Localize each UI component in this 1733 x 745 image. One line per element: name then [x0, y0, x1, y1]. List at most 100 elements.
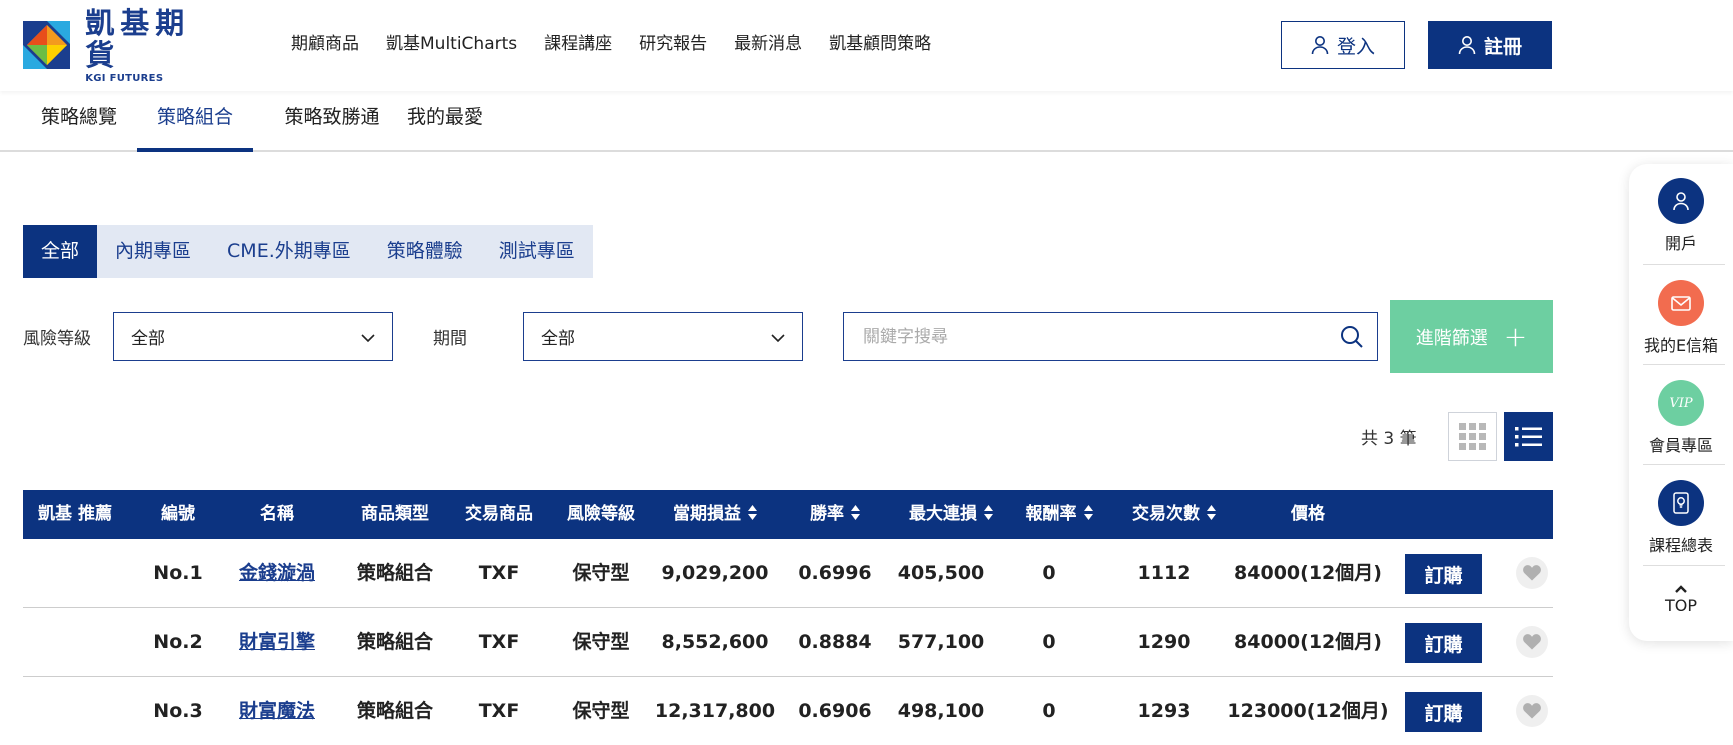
- logo-text-cn: 凱基期貨: [85, 5, 191, 72]
- nav-item-multicharts[interactable]: 凱基MultiCharts: [386, 30, 517, 58]
- mailbox-link[interactable]: 我的E信箱: [1629, 280, 1733, 356]
- roi-cell: 0: [1042, 631, 1056, 653]
- col-roi-sort[interactable]: 報酬率: [1003, 490, 1115, 539]
- row-number: No.2: [153, 631, 203, 653]
- user-icon: [1458, 36, 1476, 55]
- price-cell: 84000(12個月): [1234, 631, 1382, 653]
- table-row: No.2 財富引擎 策略組合 TXF 保守型 8,552,600 0.8884 …: [23, 608, 1553, 677]
- category-tab-all[interactable]: 全部: [23, 225, 98, 278]
- category-tab-test[interactable]: 測試專區: [481, 225, 593, 278]
- col-risk: 風險等級: [567, 504, 635, 524]
- nav-item-advisor-strategy[interactable]: 凱基顧問策略: [829, 30, 931, 58]
- risk-level-select[interactable]: 全部: [113, 312, 393, 361]
- nav-item-news[interactable]: 最新消息: [734, 30, 802, 58]
- open-account-link[interactable]: 開戶: [1629, 178, 1733, 254]
- open-account-label: 開戶: [1664, 234, 1697, 253]
- price-cell: 84000(12個月): [1234, 562, 1382, 584]
- tab-favorites[interactable]: 我的最愛: [398, 92, 492, 152]
- tab-strategy-portfolio[interactable]: 策略組合: [137, 92, 253, 152]
- risk-level-value: 全部: [131, 329, 165, 349]
- mailbox-label: 我的E信箱: [1643, 336, 1719, 355]
- risk-cell: 保守型: [572, 700, 630, 722]
- maxloss-cell: 577,100: [897, 631, 985, 653]
- heart-icon: [1523, 565, 1541, 581]
- col-product: 交易商品: [465, 504, 533, 524]
- floating-quick-menu: 開戶 我的E信箱 VIP 會員專區 課程總表 TOP: [1629, 164, 1733, 641]
- col-pnl: 當期損益: [673, 504, 741, 524]
- member-area-link[interactable]: VIP 會員專區: [1629, 380, 1733, 456]
- top-label: TOP: [1664, 596, 1697, 615]
- maxloss-cell: 498,100: [897, 700, 985, 722]
- col-winrate-sort[interactable]: 勝率: [785, 490, 885, 539]
- course-list-link[interactable]: 課程總表: [1629, 480, 1733, 556]
- strategy-name-link[interactable]: 財富引擎: [239, 631, 315, 653]
- col-pnl-sort[interactable]: 當期損益: [645, 490, 785, 539]
- category-tab-strategy-trial[interactable]: 策略體驗: [369, 225, 481, 278]
- vip-badge: VIP: [1669, 395, 1693, 411]
- table-header: 凱基 推薦 編號 名稱 商品類型 交易商品 風險等級 當期損益 勝率 最大連損 …: [23, 490, 1553, 539]
- trades-cell: 1290: [1137, 631, 1191, 653]
- course-list-label: 課程總表: [1648, 536, 1713, 555]
- account-icon: [1658, 178, 1704, 224]
- tab-strategy-overview[interactable]: 策略總覽: [23, 92, 135, 152]
- buy-button[interactable]: 訂購: [1405, 623, 1482, 663]
- nav-item-products[interactable]: 期顧商品: [291, 30, 359, 58]
- advanced-filter-button[interactable]: 進階篩選 +: [1390, 300, 1553, 373]
- category-tabs: 全部 內期專區 CME.外期專區 策略體驗 測試專區: [23, 225, 593, 278]
- divider: [1643, 364, 1725, 365]
- product-cell: TXF: [478, 700, 520, 722]
- col-name: 名稱: [260, 504, 294, 524]
- favorite-button[interactable]: [1516, 695, 1548, 727]
- col-trades: 交易次數: [1132, 504, 1200, 524]
- back-to-top-button[interactable]: TOP: [1629, 584, 1733, 615]
- category-tab-cme-foreign[interactable]: CME.外期專區: [209, 225, 369, 278]
- col-trades-sort[interactable]: 交易次數: [1109, 490, 1239, 539]
- buy-button[interactable]: 訂購: [1405, 692, 1482, 732]
- heart-icon: [1523, 703, 1541, 719]
- sub-tabs: 策略總覽 策略組合 策略致勝通 我的最愛: [0, 92, 1733, 152]
- table-row: No.1 金錢漩渦 策略組合 TXF 保守型 9,029,200 0.6996 …: [23, 539, 1553, 608]
- sort-icon: [1207, 504, 1216, 520]
- grid-icon: [1459, 423, 1486, 450]
- sort-icon: [984, 504, 993, 520]
- buy-button[interactable]: 訂購: [1405, 554, 1482, 594]
- col-price: 價格: [1291, 504, 1325, 524]
- kgi-logo[interactable]: 凱基期貨 KGI FUTURES: [23, 7, 223, 84]
- top-header: 凱基期貨 KGI FUTURES 期顧商品 凱基MultiCharts 課程講座…: [0, 0, 1733, 91]
- divider: [1643, 464, 1725, 465]
- search-icon[interactable]: [1340, 325, 1364, 349]
- register-button[interactable]: 註冊: [1428, 21, 1552, 69]
- login-button[interactable]: 登入: [1281, 21, 1405, 69]
- logo-text-en: KGI FUTURES: [85, 72, 164, 84]
- grid-view-button[interactable]: [1448, 412, 1497, 461]
- nav-item-research[interactable]: 研究報告: [639, 30, 707, 58]
- register-label: 註冊: [1483, 35, 1522, 58]
- category-tab-domestic[interactable]: 內期專區: [97, 225, 209, 278]
- result-count: 共 3 筆: [1361, 429, 1417, 449]
- heart-icon: [1523, 634, 1541, 650]
- trades-cell: 1112: [1137, 562, 1191, 584]
- favorite-button[interactable]: [1516, 557, 1548, 589]
- product-cell: TXF: [478, 562, 520, 584]
- winrate-cell: 0.8884: [798, 631, 872, 653]
- member-area-label: 會員專區: [1648, 436, 1713, 455]
- search-input[interactable]: [844, 313, 1304, 360]
- divider: [1643, 264, 1725, 265]
- period-value: 全部: [541, 329, 575, 349]
- roi-cell: 0: [1042, 562, 1056, 584]
- sort-icon: [1083, 504, 1093, 520]
- nav-item-courses[interactable]: 課程講座: [544, 30, 612, 58]
- strategy-name-link[interactable]: 金錢漩渦: [239, 562, 315, 584]
- list-view-button[interactable]: [1504, 412, 1553, 461]
- favorite-button[interactable]: [1516, 626, 1548, 658]
- main-nav: 期顧商品 凱基MultiCharts 課程講座 研究報告 最新消息 凱基顧問策略: [291, 30, 958, 58]
- risk-cell: 保守型: [572, 631, 630, 653]
- type-cell: 策略組合: [356, 562, 433, 584]
- vip-icon: VIP: [1658, 380, 1704, 426]
- strategy-name-link[interactable]: 財富魔法: [239, 700, 315, 722]
- period-select[interactable]: 全部: [523, 312, 803, 361]
- col-type: 商品類型: [361, 504, 429, 524]
- col-maxloss-sort[interactable]: 最大連損: [883, 490, 1019, 539]
- col-roi: 報酬率: [1025, 504, 1077, 524]
- tab-strategy-winning[interactable]: 策略致勝通: [262, 92, 402, 152]
